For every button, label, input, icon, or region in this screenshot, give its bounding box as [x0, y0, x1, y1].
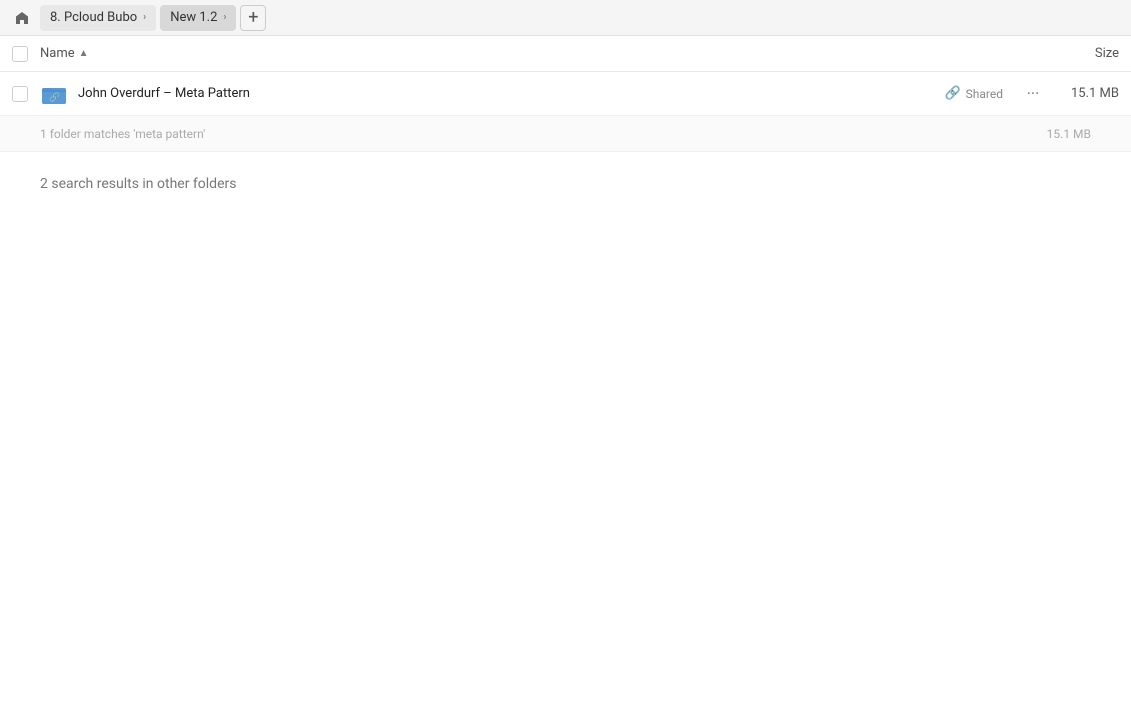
home-button[interactable]	[8, 4, 36, 32]
breadcrumb-item-pcloud-bubo[interactable]: 8. Pcloud Bubo ›	[40, 5, 156, 31]
other-folders-section: 2 search results in other folders	[0, 152, 1131, 216]
more-options-button[interactable]: ···	[1019, 80, 1047, 108]
size-column-header: Size	[1095, 46, 1119, 61]
shared-badge: 🔗 Shared	[944, 86, 1003, 101]
breadcrumb-bar: 8. Pcloud Bubo › New 1.2 › +	[0, 0, 1131, 36]
breadcrumb-item-new[interactable]: New 1.2 ›	[160, 5, 236, 31]
breadcrumb-label-pcloud-bubo: 8. Pcloud Bubo	[50, 10, 137, 25]
shared-label: Shared	[966, 87, 1003, 101]
folder-icon: 🔗	[40, 80, 68, 108]
file-name-label: John Overdurf – Meta Pattern	[78, 86, 944, 101]
select-all-checkbox[interactable]	[12, 46, 28, 62]
file-size-label: 15.1 MB	[1059, 86, 1119, 101]
add-tab-button[interactable]: +	[240, 5, 266, 31]
chevron-right-icon-2: ›	[223, 12, 226, 23]
other-folders-text: 2 search results in other folders	[40, 176, 236, 192]
column-header: Name ▲ Size	[0, 36, 1131, 72]
summary-row: 1 folder matches 'meta pattern' 15.1 MB	[0, 116, 1131, 152]
summary-size: 15.1 MB	[1047, 127, 1091, 141]
chevron-right-icon: ›	[143, 12, 146, 23]
name-column-header[interactable]: Name ▲	[40, 46, 1095, 61]
sort-arrow-icon: ▲	[79, 48, 89, 59]
table-row[interactable]: 🔗 John Overdurf – Meta Pattern 🔗 Shared …	[0, 72, 1131, 116]
link-icon: 🔗	[944, 86, 960, 101]
summary-text: 1 folder matches 'meta pattern'	[40, 127, 1047, 141]
svg-text:🔗: 🔗	[49, 91, 60, 103]
row-checkbox[interactable]	[12, 86, 28, 102]
breadcrumb-label-new: New 1.2	[170, 10, 217, 25]
